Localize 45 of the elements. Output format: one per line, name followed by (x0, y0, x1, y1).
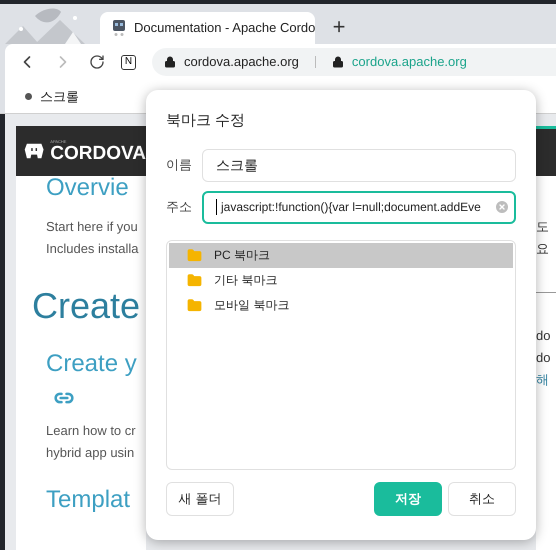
body-text: 요 (536, 240, 549, 258)
body-text: do (536, 327, 550, 345)
section-heading: Templat (46, 485, 130, 515)
section-heading: Overvie (46, 173, 129, 203)
folder-label: 기타 북마크 (214, 272, 278, 289)
page-heading: Create (32, 284, 140, 328)
body-text: 도 (536, 218, 549, 236)
folder-icon (187, 248, 202, 262)
body-text: Includes installa (46, 240, 138, 258)
address-bar[interactable]: cordova.apache.org cordova.apache.org (152, 48, 556, 76)
lock-icon (164, 56, 176, 68)
bookmark-item[interactable]: 스크롤 (25, 86, 79, 106)
body-text: 해 (536, 371, 549, 389)
extension-icon[interactable]: N (121, 54, 136, 70)
body-text: Start here if you (46, 218, 138, 236)
url-text: cordova.apache.org (184, 53, 299, 72)
logo-text: CORDOVA (50, 144, 146, 164)
folder-icon (187, 298, 202, 312)
body-text: Learn how to cr (46, 422, 136, 440)
folder-item[interactable]: 모바일 북마크 (169, 292, 513, 318)
text-field[interactable]: javascript:!function(){var l=null;document.addEve (202, 190, 516, 224)
site-header (536, 126, 556, 176)
folder-item[interactable]: 기타 북마크 (169, 268, 513, 292)
field-label: 주소 (166, 198, 193, 216)
folder-icon (187, 272, 202, 288)
text-field[interactable]: 스크롤 (202, 148, 516, 182)
browser-tab[interactable]: Documentation - Apache Cordo (100, 12, 315, 44)
reload-icon[interactable] (89, 54, 105, 70)
new-tab-button[interactable]: + (323, 10, 355, 42)
clear-icon[interactable] (494, 199, 510, 215)
body-text: hybrid app usin (46, 444, 134, 462)
body-text: do (536, 349, 550, 367)
tab-title: Documentation - Apache Cordo (134, 19, 316, 38)
lock-icon (332, 56, 344, 68)
site-text: cordova.apache.org (352, 53, 467, 72)
folder-label: 모바일 북마크 (214, 297, 290, 314)
robot-icon (112, 19, 126, 37)
dialog-button[interactable]: 새 폴더 (166, 482, 234, 516)
field-label: 이름 (166, 156, 193, 174)
divider-line (536, 292, 556, 293)
section-heading: Create y (46, 349, 137, 379)
folder-label: PC 북마크 (214, 247, 270, 264)
dialog-title: 북마크 수정 (166, 111, 246, 131)
dialog-button[interactable]: 취소 (448, 482, 516, 516)
folder-item[interactable]: PC 북마크 (169, 242, 513, 268)
